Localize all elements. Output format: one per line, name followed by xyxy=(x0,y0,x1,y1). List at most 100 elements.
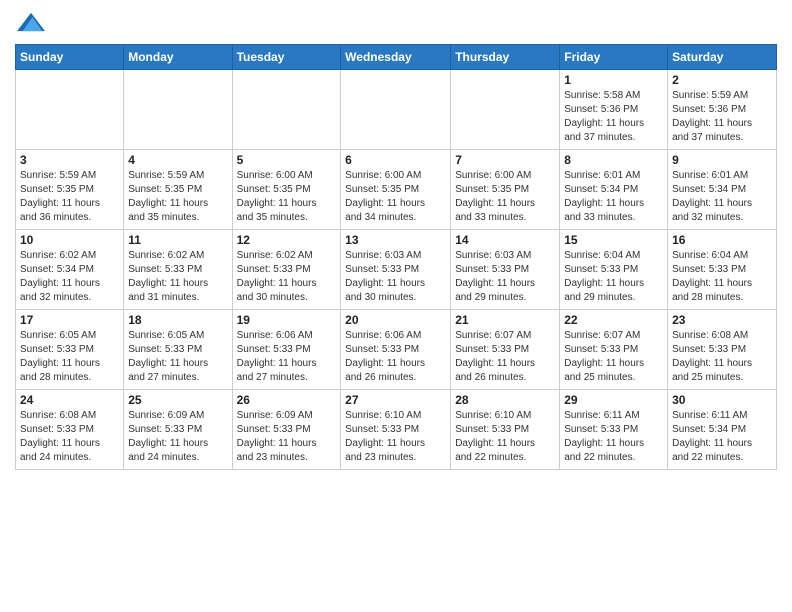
calendar-cell xyxy=(16,70,124,150)
day-info: Sunrise: 6:00 AM Sunset: 5:35 PM Dayligh… xyxy=(455,169,555,225)
week-row-2: 3 Sunrise: 5:59 AM Sunset: 5:35 PM Daylig… xyxy=(16,150,777,230)
weekday-tuesday: Tuesday xyxy=(232,45,341,70)
calendar-cell: 5 Sunrise: 6:00 AM Sunset: 5:35 PM Daylig… xyxy=(232,150,341,230)
calendar-cell: 1 Sunrise: 5:58 AM Sunset: 5:36 PM Daylig… xyxy=(560,70,668,150)
calendar-cell: 4 Sunrise: 5:59 AM Sunset: 5:35 PM Daylig… xyxy=(124,150,232,230)
day-info: Sunrise: 6:08 AM Sunset: 5:33 PM Dayligh… xyxy=(672,329,772,385)
day-number: 25 xyxy=(128,393,227,407)
calendar-cell: 21 Sunrise: 6:07 AM Sunset: 5:33 PM Dayli… xyxy=(451,310,560,390)
day-info: Sunrise: 6:11 AM Sunset: 5:34 PM Dayligh… xyxy=(672,409,772,465)
day-info: Sunrise: 6:00 AM Sunset: 5:35 PM Dayligh… xyxy=(345,169,446,225)
day-number: 6 xyxy=(345,153,446,167)
day-info: Sunrise: 6:01 AM Sunset: 5:34 PM Dayligh… xyxy=(564,169,663,225)
weekday-monday: Monday xyxy=(124,45,232,70)
day-number: 27 xyxy=(345,393,446,407)
day-number: 28 xyxy=(455,393,555,407)
day-info: Sunrise: 6:04 AM Sunset: 5:33 PM Dayligh… xyxy=(564,249,663,305)
calendar-cell: 13Sunrise: 6:03 AM Sunset: 5:33 PM Dayli… xyxy=(341,230,451,310)
day-info: Sunrise: 6:07 AM Sunset: 5:33 PM Dayligh… xyxy=(455,329,555,385)
calendar-cell: 17Sunrise: 6:05 AM Sunset: 5:33 PM Dayli… xyxy=(16,310,124,390)
calendar-cell: 26 Sunrise: 6:09 AM Sunset: 5:33 PM Dayli… xyxy=(232,390,341,470)
day-number: 29 xyxy=(564,393,663,407)
day-info: Sunrise: 6:03 AM Sunset: 5:33 PM Dayligh… xyxy=(455,249,555,305)
day-info: Sunrise: 6:02 AM Sunset: 5:34 PM Dayligh… xyxy=(20,249,119,305)
day-info: Sunrise: 6:06 AM Sunset: 5:33 PM Dayligh… xyxy=(237,329,337,385)
calendar-cell: 7 Sunrise: 6:00 AM Sunset: 5:35 PM Daylig… xyxy=(451,150,560,230)
day-number: 12 xyxy=(237,233,337,247)
calendar-cell xyxy=(451,70,560,150)
day-number: 21 xyxy=(455,313,555,327)
day-info: Sunrise: 6:07 AM Sunset: 5:33 PM Dayligh… xyxy=(564,329,663,385)
calendar-cell: 19Sunrise: 6:06 AM Sunset: 5:33 PM Dayli… xyxy=(232,310,341,390)
day-number: 24 xyxy=(20,393,119,407)
calendar-cell: 12 Sunrise: 6:02 AM Sunset: 5:33 PM Dayli… xyxy=(232,230,341,310)
day-info: Sunrise: 6:10 AM Sunset: 5:33 PM Dayligh… xyxy=(345,409,446,465)
weekday-thursday: Thursday xyxy=(451,45,560,70)
day-info: Sunrise: 6:03 AM Sunset: 5:33 PM Dayligh… xyxy=(345,249,446,305)
day-info: Sunrise: 6:05 AM Sunset: 5:33 PM Dayligh… xyxy=(20,329,119,385)
day-info: Sunrise: 6:01 AM Sunset: 5:34 PM Dayligh… xyxy=(672,169,772,225)
day-info: Sunrise: 6:10 AM Sunset: 5:33 PM Dayligh… xyxy=(455,409,555,465)
day-info: Sunrise: 6:02 AM Sunset: 5:33 PM Dayligh… xyxy=(128,249,227,305)
day-number: 4 xyxy=(128,153,227,167)
page: SundayMondayTuesdayWednesdayThursdayFrid… xyxy=(0,0,792,485)
calendar-cell: 29 Sunrise: 6:11 AM Sunset: 5:33 PM Dayli… xyxy=(560,390,668,470)
day-number: 8 xyxy=(564,153,663,167)
day-info: Sunrise: 6:11 AM Sunset: 5:33 PM Dayligh… xyxy=(564,409,663,465)
calendar-cell: 15 Sunrise: 6:04 AM Sunset: 5:33 PM Dayli… xyxy=(560,230,668,310)
calendar-cell: 20Sunrise: 6:06 AM Sunset: 5:33 PM Dayli… xyxy=(341,310,451,390)
calendar-cell xyxy=(341,70,451,150)
calendar-cell: 14 Sunrise: 6:03 AM Sunset: 5:33 PM Dayli… xyxy=(451,230,560,310)
week-row-5: 24 Sunrise: 6:08 AM Sunset: 5:33 PM Dayli… xyxy=(16,390,777,470)
day-number: 15 xyxy=(564,233,663,247)
calendar-cell: 3 Sunrise: 5:59 AM Sunset: 5:35 PM Daylig… xyxy=(16,150,124,230)
day-info: Sunrise: 6:05 AM Sunset: 5:33 PM Dayligh… xyxy=(128,329,227,385)
day-number: 22 xyxy=(564,313,663,327)
day-info: Sunrise: 6:08 AM Sunset: 5:33 PM Dayligh… xyxy=(20,409,119,465)
calendar-cell: 10 Sunrise: 6:02 AM Sunset: 5:34 PM Dayli… xyxy=(16,230,124,310)
day-number: 3 xyxy=(20,153,119,167)
logo-icon xyxy=(17,8,45,36)
day-number: 10 xyxy=(20,233,119,247)
day-number: 11 xyxy=(128,233,227,247)
day-info: Sunrise: 6:04 AM Sunset: 5:33 PM Dayligh… xyxy=(672,249,772,305)
day-number: 7 xyxy=(455,153,555,167)
day-info: Sunrise: 6:00 AM Sunset: 5:35 PM Dayligh… xyxy=(237,169,337,225)
calendar-cell: 30Sunrise: 6:11 AM Sunset: 5:34 PM Dayli… xyxy=(668,390,777,470)
calendar-cell: 27 Sunrise: 6:10 AM Sunset: 5:33 PM Dayli… xyxy=(341,390,451,470)
day-info: Sunrise: 5:59 AM Sunset: 5:35 PM Dayligh… xyxy=(128,169,227,225)
day-number: 16 xyxy=(672,233,772,247)
day-info: Sunrise: 6:02 AM Sunset: 5:33 PM Dayligh… xyxy=(237,249,337,305)
weekday-sunday: Sunday xyxy=(16,45,124,70)
calendar-cell: 9 Sunrise: 6:01 AM Sunset: 5:34 PM Daylig… xyxy=(668,150,777,230)
day-number: 9 xyxy=(672,153,772,167)
day-number: 23 xyxy=(672,313,772,327)
week-row-1: 1 Sunrise: 5:58 AM Sunset: 5:36 PM Daylig… xyxy=(16,70,777,150)
day-info: Sunrise: 5:59 AM Sunset: 5:35 PM Dayligh… xyxy=(20,169,119,225)
calendar-cell: 11 Sunrise: 6:02 AM Sunset: 5:33 PM Dayli… xyxy=(124,230,232,310)
day-number: 1 xyxy=(564,73,663,87)
calendar-cell: 2Sunrise: 5:59 AM Sunset: 5:36 PM Daylig… xyxy=(668,70,777,150)
weekday-friday: Friday xyxy=(560,45,668,70)
day-number: 2 xyxy=(672,73,772,87)
day-info: Sunrise: 6:09 AM Sunset: 5:33 PM Dayligh… xyxy=(237,409,337,465)
calendar-cell: 6 Sunrise: 6:00 AM Sunset: 5:35 PM Daylig… xyxy=(341,150,451,230)
day-info: Sunrise: 6:09 AM Sunset: 5:33 PM Dayligh… xyxy=(128,409,227,465)
day-number: 26 xyxy=(237,393,337,407)
day-info: Sunrise: 5:58 AM Sunset: 5:36 PM Dayligh… xyxy=(564,89,663,145)
calendar-cell: 25 Sunrise: 6:09 AM Sunset: 5:33 PM Dayli… xyxy=(124,390,232,470)
calendar-cell: 8 Sunrise: 6:01 AM Sunset: 5:34 PM Daylig… xyxy=(560,150,668,230)
calendar-cell xyxy=(232,70,341,150)
calendar-cell: 16 Sunrise: 6:04 AM Sunset: 5:33 PM Dayli… xyxy=(668,230,777,310)
weekday-saturday: Saturday xyxy=(668,45,777,70)
calendar-cell: 24 Sunrise: 6:08 AM Sunset: 5:33 PM Dayli… xyxy=(16,390,124,470)
day-info: Sunrise: 6:06 AM Sunset: 5:33 PM Dayligh… xyxy=(345,329,446,385)
calendar-cell xyxy=(124,70,232,150)
calendar-cell: 28 Sunrise: 6:10 AM Sunset: 5:33 PM Dayli… xyxy=(451,390,560,470)
day-number: 14 xyxy=(455,233,555,247)
day-number: 5 xyxy=(237,153,337,167)
calendar: SundayMondayTuesdayWednesdayThursdayFrid… xyxy=(15,44,777,470)
calendar-cell: 22 Sunrise: 6:07 AM Sunset: 5:33 PM Dayli… xyxy=(560,310,668,390)
weekday-wednesday: Wednesday xyxy=(341,45,451,70)
calendar-cell: 18Sunrise: 6:05 AM Sunset: 5:33 PM Dayli… xyxy=(124,310,232,390)
